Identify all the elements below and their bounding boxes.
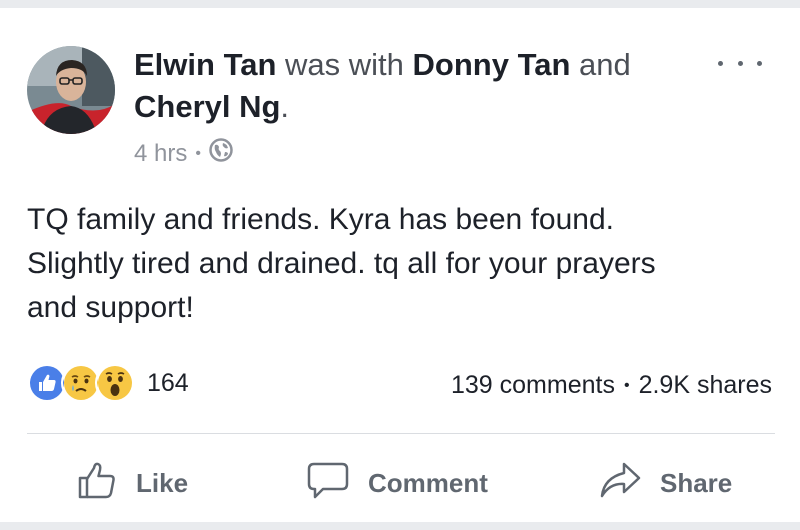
post-header: Elwin Tan was with Donny Tan and Cheryl … <box>134 44 704 128</box>
comment-button[interactable]: Comment <box>306 456 488 511</box>
with-text: was with <box>285 47 404 82</box>
comment-label: Comment <box>368 468 488 498</box>
post-actions: Like Comment Share <box>0 456 800 511</box>
like-label: Like <box>136 468 189 498</box>
more-dot-icon <box>757 60 762 66</box>
shares-count[interactable]: 2.9K shares <box>639 371 772 400</box>
post-text-line: Slightly tired and drained. tq all for y… <box>27 247 656 280</box>
divider <box>27 433 775 434</box>
thumbs-up-icon <box>76 459 136 508</box>
reactions-summary[interactable]: 164 <box>27 363 189 403</box>
author-avatar[interactable] <box>27 46 115 134</box>
wow-reaction-icon <box>95 363 135 403</box>
comment-icon <box>306 459 368 508</box>
meta-separator: • <box>195 144 201 162</box>
tagged-person-1[interactable]: Donny Tan <box>413 47 571 82</box>
feed-gap <box>0 522 800 530</box>
post-timestamp[interactable]: 4 hrs <box>134 140 187 168</box>
share-icon <box>598 459 660 508</box>
post-text-line: TQ family and friends. Kyra has been fou… <box>27 203 614 236</box>
tagged-person-2[interactable]: Cheryl Ng <box>134 89 280 124</box>
more-dot-icon <box>718 60 723 66</box>
and-text: and <box>579 47 631 82</box>
share-label: Share <box>660 468 733 498</box>
more-dot-icon <box>737 60 743 66</box>
post-stats: 139 comments • 2.9K shares <box>451 371 772 400</box>
header-period: . <box>280 89 290 124</box>
post-text-line: and support! <box>27 291 194 324</box>
post-body: TQ family and friends. Kyra has been fou… <box>27 198 787 330</box>
feed-post: Elwin Tan was with Donny Tan and Cheryl … <box>0 8 800 522</box>
post-meta: 4 hrs • <box>134 138 233 169</box>
more-options-button[interactable] <box>718 48 762 78</box>
share-button[interactable]: Share <box>598 456 732 511</box>
like-button[interactable]: Like <box>76 456 188 511</box>
reaction-count: 164 <box>147 368 189 397</box>
comments-count[interactable]: 139 comments <box>451 371 615 400</box>
author-name[interactable]: Elwin Tan <box>134 47 276 82</box>
stats-separator: • <box>623 376 630 394</box>
globe-icon[interactable] <box>209 138 233 169</box>
